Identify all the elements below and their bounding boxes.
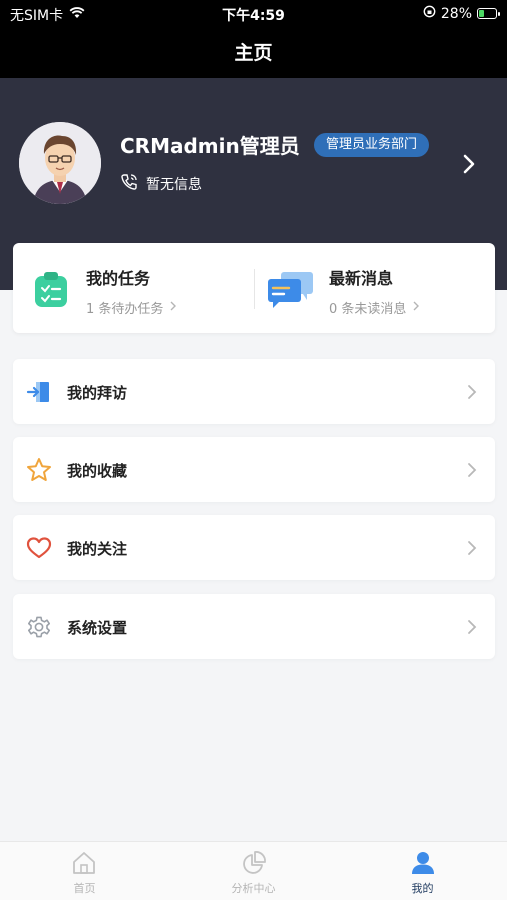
my-tasks-subtitle: 1 条待办任务: [86, 298, 177, 317]
menu-item-label: 我的拜访: [67, 384, 128, 402]
menu-item-my-visits[interactable]: 我的拜访: [13, 359, 495, 424]
my-tasks-entry[interactable]: 我的任务 1 条待办任务: [13, 243, 254, 333]
star-icon: [26, 457, 52, 483]
battery-icon: [477, 8, 500, 19]
menu-item-label: 我的关注: [67, 540, 128, 558]
gear-icon: [26, 614, 52, 640]
heart-icon: [26, 535, 52, 561]
chevron-right-icon: [467, 462, 477, 482]
menu-item-label: 系统设置: [67, 619, 128, 637]
page-title: 主页: [0, 28, 507, 78]
user-name: CRMadmin管理员: [120, 134, 300, 158]
latest-messages-count: 0 条未读消息: [329, 302, 407, 317]
menu-item-system-settings[interactable]: 系统设置: [13, 594, 495, 659]
my-tasks-title: 我的任务: [86, 269, 151, 288]
chevron-right-icon[interactable]: [462, 153, 476, 179]
chevron-right-icon: [467, 540, 477, 560]
latest-messages-subtitle: 0 条未读消息: [329, 298, 420, 317]
tab-label: 分析中心: [231, 882, 276, 895]
tab-home[interactable]: 首页: [0, 842, 169, 900]
status-bar: 无SIM卡 下午4:59 28%: [0, 0, 507, 28]
tab-label: 我的: [411, 882, 434, 895]
tab-label: 首页: [73, 882, 96, 895]
chevron-right-icon: [467, 384, 477, 404]
pie-chart-icon: [241, 850, 267, 876]
tab-mine[interactable]: 我的: [338, 842, 507, 900]
phone-icon: [120, 173, 138, 195]
menu-item-my-favorites[interactable]: 我的收藏: [13, 437, 495, 502]
home-icon: [71, 850, 97, 876]
tab-bar: 首页 分析中心 我的: [0, 841, 507, 900]
chevron-right-icon: [412, 300, 420, 316]
orientation-lock-icon: [423, 5, 436, 22]
phone-text: 暂无信息: [146, 177, 202, 193]
quick-card: 我的任务 1 条待办任务 最新消息 0 条未读消息: [13, 243, 495, 333]
chevron-right-icon: [467, 619, 477, 639]
message-bubbles-icon: [267, 271, 315, 313]
latest-messages-entry[interactable]: 最新消息 0 条未读消息: [255, 243, 495, 333]
chevron-right-icon: [169, 300, 177, 316]
user-icon: [410, 850, 436, 876]
latest-messages-title: 最新消息: [329, 269, 394, 288]
menu-item-my-follows[interactable]: 我的关注: [13, 515, 495, 580]
phone-row: 暂无信息: [120, 173, 202, 195]
battery-percent: 28%: [440, 5, 472, 22]
tab-analysis[interactable]: 分析中心: [169, 842, 338, 900]
menu-item-label: 我的收藏: [67, 462, 128, 480]
task-clipboard-icon: [33, 271, 69, 313]
visit-door-icon: [26, 379, 52, 405]
department-badge: 管理员业务部门: [314, 133, 430, 157]
avatar[interactable]: [19, 122, 101, 204]
my-tasks-count: 1 条待办任务: [86, 302, 164, 317]
battery-level: [479, 10, 485, 17]
